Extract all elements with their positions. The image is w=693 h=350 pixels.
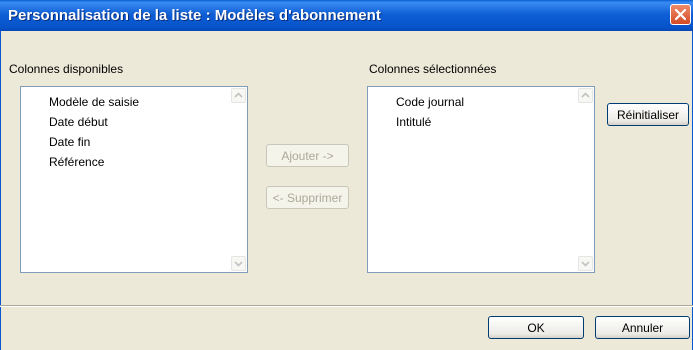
available-scrollbar[interactable] [230,87,247,272]
footer-separator [0,305,693,307]
close-icon [674,8,687,21]
ok-button[interactable]: OK [488,316,584,339]
list-item[interactable]: Date début [49,112,139,132]
list-item[interactable]: Intitulé [396,112,464,132]
remove-button[interactable]: <- Supprimer [266,186,349,209]
list-item[interactable]: Code journal [396,92,464,112]
window-border-left [0,31,1,350]
dialog-window: Personnalisation de la liste : Modèles d… [0,0,693,350]
selected-columns-list[interactable]: Code journal Intitulé [367,86,595,273]
scroll-up-icon [581,92,590,98]
title-bar: Personnalisation de la liste : Modèles d… [0,0,693,31]
cancel-button[interactable]: Annuler [595,316,690,339]
scroll-up-icon [234,92,243,98]
scroll-down-button[interactable] [578,256,593,271]
scroll-down-button[interactable] [231,256,246,271]
selected-columns-label: Colonnes sélectionnées [369,62,497,76]
reset-button[interactable]: Réinitialiser [607,103,689,126]
window-title: Personnalisation de la liste : Modèles d… [8,7,381,24]
selected-items: Code journal Intitulé [396,92,464,132]
list-item[interactable]: Modèle de saisie [49,92,139,112]
scroll-up-button[interactable] [578,88,593,103]
scroll-down-icon [234,261,243,267]
add-button[interactable]: Ajouter -> [266,144,349,167]
available-columns-label: Colonnes disponibles [9,62,124,76]
list-item[interactable]: Référence [49,152,139,172]
scroll-down-icon [581,261,590,267]
available-items: Modèle de saisie Date début Date fin Réf… [49,92,139,172]
list-item[interactable]: Date fin [49,132,139,152]
selected-scrollbar[interactable] [577,87,594,272]
close-button[interactable] [670,4,691,25]
scroll-up-button[interactable] [231,88,246,103]
available-columns-list[interactable]: Modèle de saisie Date début Date fin Réf… [20,86,248,273]
